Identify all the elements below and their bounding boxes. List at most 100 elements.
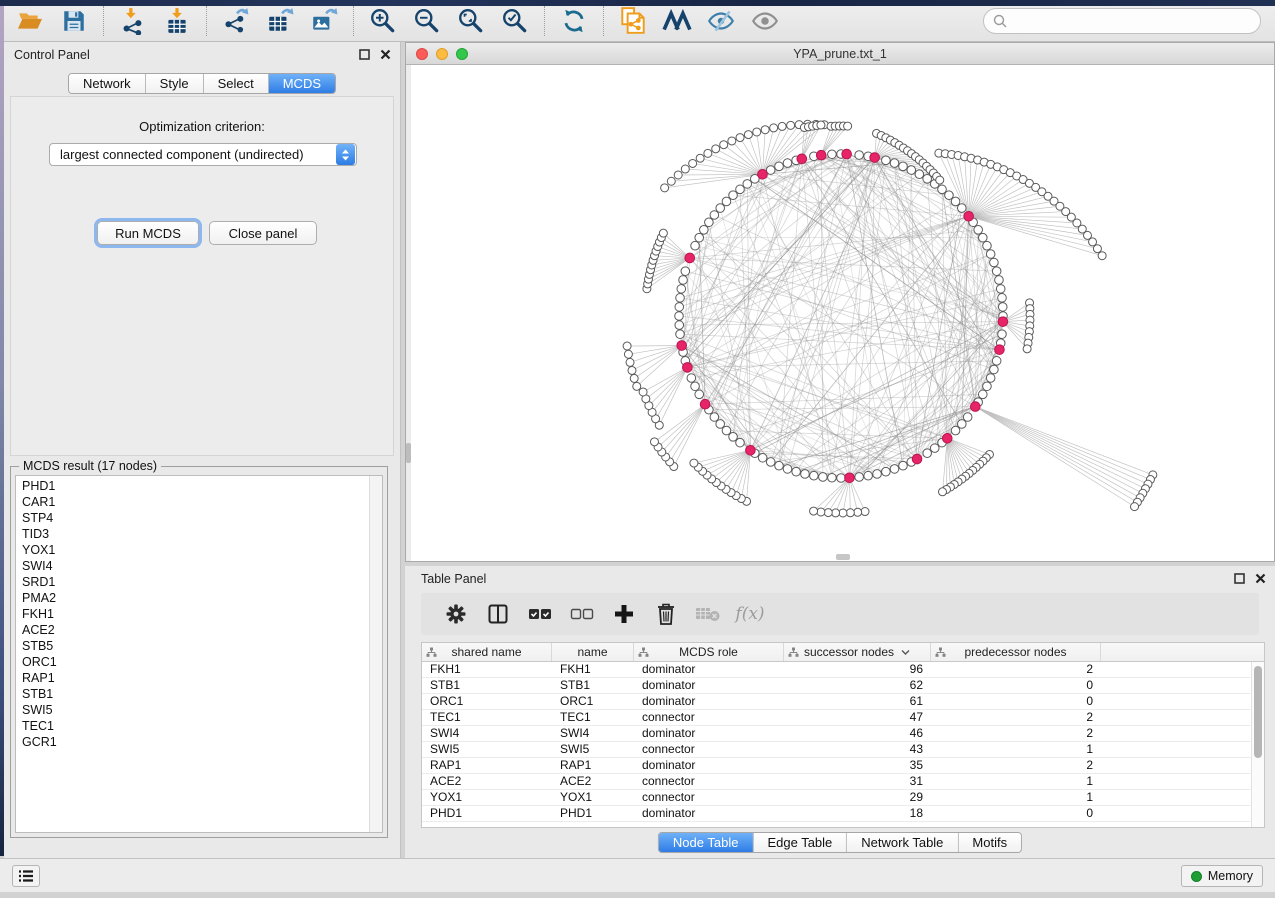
mcds-network-node[interactable] [685, 253, 695, 263]
table-row[interactable]: SWI5SWI5connector431 [422, 742, 1264, 758]
network-node[interactable] [1023, 345, 1031, 353]
network-node[interactable] [846, 509, 854, 517]
network-node[interactable] [710, 211, 719, 220]
network-node[interactable] [783, 465, 792, 474]
network-node[interactable] [855, 473, 864, 482]
network-node[interactable] [753, 128, 761, 136]
network-node[interactable] [801, 470, 810, 479]
network-node[interactable] [939, 488, 947, 496]
network-node[interactable] [626, 358, 634, 366]
add-row-icon[interactable] [610, 601, 638, 627]
table-row[interactable]: TEC1TEC1connector472 [422, 710, 1264, 726]
network-node[interactable] [736, 134, 744, 142]
network-node[interactable] [728, 137, 736, 145]
optimization-select[interactable]: largest connected component (undirected) [49, 143, 357, 166]
mcds-network-node[interactable] [971, 402, 981, 412]
hide-selected-icon[interactable] [706, 6, 736, 36]
table-row[interactable]: STB1STB1dominator620 [422, 678, 1264, 694]
network-node[interactable] [736, 185, 745, 194]
export-table-icon[interactable] [265, 6, 295, 36]
network-node[interactable] [951, 426, 960, 435]
network-node[interactable] [722, 197, 731, 206]
gear-icon[interactable] [442, 601, 470, 627]
network-node[interactable] [930, 444, 939, 453]
zoom-fit-icon[interactable] [456, 6, 486, 36]
mcds-result-item[interactable]: STB1 [16, 686, 368, 702]
network-node[interactable] [990, 365, 999, 374]
network-horizontal-scrollbar-thumb[interactable] [836, 554, 850, 560]
tab-network[interactable]: Network [69, 74, 146, 93]
network-node[interactable] [700, 226, 709, 235]
network-node[interactable] [907, 166, 916, 175]
network-node[interactable] [882, 156, 891, 165]
network-node[interactable] [957, 420, 966, 429]
float-panel-icon[interactable] [358, 48, 371, 61]
close-panel-icon[interactable] [379, 48, 392, 61]
network-node[interactable] [986, 250, 995, 259]
network-node[interactable] [736, 438, 745, 447]
network-node[interactable] [676, 294, 685, 303]
mcds-result-item[interactable]: ORC1 [16, 654, 368, 670]
mcds-list-scrollbar[interactable] [369, 476, 382, 832]
open-folder-icon[interactable] [15, 6, 45, 36]
network-node[interactable] [828, 150, 837, 159]
mcds-result-item[interactable]: PHD1 [16, 478, 368, 494]
network-node[interactable] [675, 312, 684, 321]
mcds-result-item[interactable]: RAP1 [16, 670, 368, 686]
network-node[interactable] [712, 145, 720, 153]
network-node[interactable] [681, 165, 689, 173]
tab-mcds[interactable]: MCDS [269, 74, 335, 93]
close-table-panel-icon[interactable] [1254, 572, 1267, 585]
mcds-result-item[interactable]: TID3 [16, 526, 368, 542]
import-table-icon[interactable] [162, 6, 192, 36]
neighbors-icon[interactable] [662, 6, 692, 36]
network-node[interactable] [710, 413, 719, 422]
table-scrollbar[interactable] [1251, 662, 1264, 828]
export-network-icon[interactable] [221, 6, 251, 36]
zoom-out-icon[interactable] [412, 6, 442, 36]
table-tab-motifs[interactable]: Motifs [958, 833, 1021, 852]
zoom-selected-icon[interactable] [500, 6, 530, 36]
mcds-network-node[interactable] [816, 150, 826, 160]
network-node[interactable] [824, 509, 832, 517]
column-header-name[interactable]: name [552, 643, 634, 661]
network-node[interactable] [998, 294, 1007, 303]
network-node[interactable] [978, 233, 987, 242]
table-row[interactable]: ACE2ACE2connector311 [422, 774, 1264, 790]
mcds-result-item[interactable]: GCR1 [16, 734, 368, 750]
tab-select[interactable]: Select [204, 74, 269, 93]
network-node[interactable] [729, 191, 738, 200]
network-node[interactable] [828, 473, 837, 482]
network-node[interactable] [676, 330, 685, 339]
column-header-shared_name[interactable]: shared name [422, 643, 552, 661]
mcds-result-item[interactable]: SWI4 [16, 558, 368, 574]
mcds-network-node[interactable] [758, 170, 768, 180]
table-row[interactable]: YOX1YOX1connector291 [422, 790, 1264, 806]
network-node[interactable] [938, 185, 947, 194]
network-node[interactable] [639, 388, 647, 396]
mcds-result-item[interactable]: SWI5 [16, 702, 368, 718]
network-node[interactable] [783, 159, 792, 168]
column-header-predecessor_nodes[interactable]: predecessor nodes [931, 643, 1101, 661]
zoom-in-icon[interactable] [368, 6, 398, 36]
mcds-network-node[interactable] [845, 473, 855, 483]
network-node[interactable] [679, 276, 688, 285]
run-mcds-button[interactable]: Run MCDS [97, 221, 199, 245]
mcds-result-item[interactable]: FKH1 [16, 606, 368, 622]
mcds-result-item[interactable]: TEC1 [16, 718, 368, 734]
tab-style[interactable]: Style [146, 74, 204, 93]
import-network-icon[interactable] [118, 6, 148, 36]
network-node[interactable] [992, 357, 1001, 366]
mcds-network-node[interactable] [942, 433, 952, 443]
network-node[interactable] [696, 154, 704, 162]
table-row[interactable]: RAP1RAP1dominator352 [422, 758, 1264, 774]
network-node[interactable] [705, 218, 714, 227]
mcds-result-item[interactable]: ACE2 [16, 622, 368, 638]
network-node[interactable] [899, 162, 908, 171]
network-canvas[interactable] [406, 65, 1274, 561]
network-node[interactable] [691, 241, 700, 250]
refresh-icon[interactable] [559, 6, 589, 36]
mcds-result-item[interactable]: STP4 [16, 510, 368, 526]
network-node[interactable] [864, 471, 873, 480]
column-header-successor_nodes[interactable]: successor nodes [784, 643, 931, 661]
